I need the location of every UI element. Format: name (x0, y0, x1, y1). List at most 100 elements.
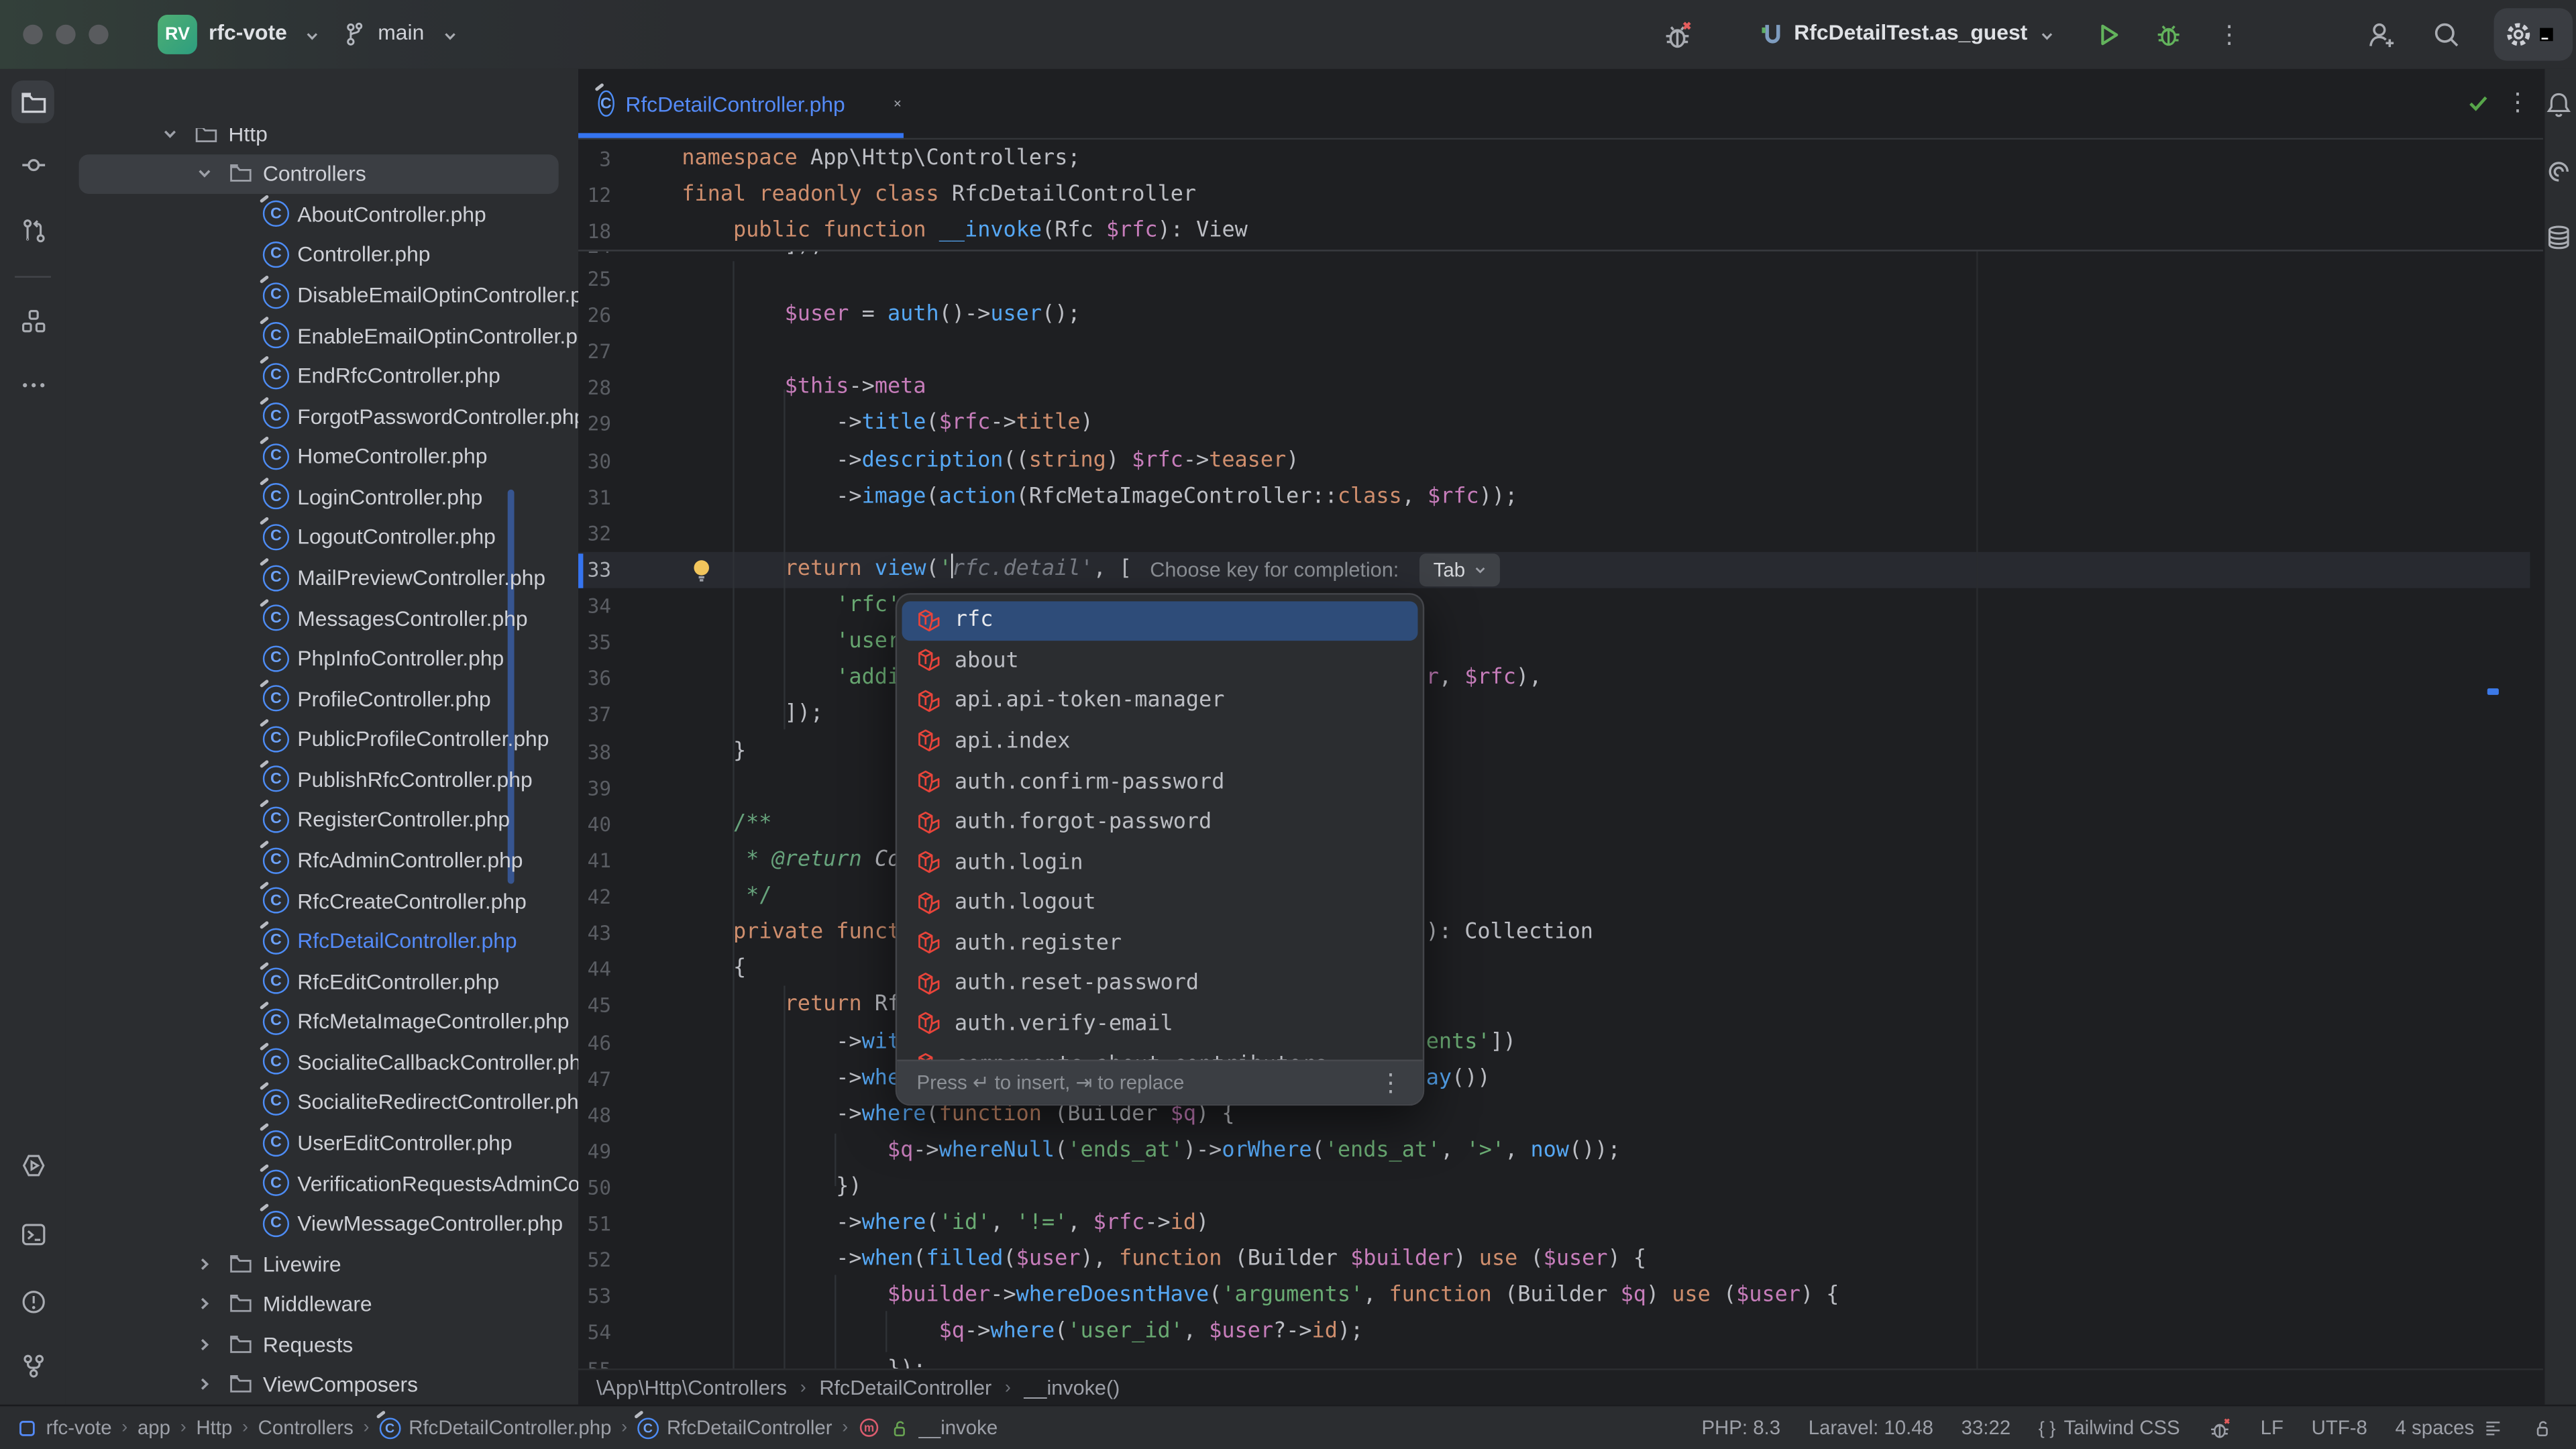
status-crumb-Http[interactable]: Http (196, 1416, 232, 1439)
tree-item-ForgotPasswordController.php[interactable]: CForgotPasswordController.php (66, 396, 578, 436)
tree-item-LogoutController.php[interactable]: CLogoutController.php (66, 517, 578, 557)
tree-item-PublicProfileController.php[interactable]: CPublicProfileController.php (66, 719, 578, 759)
tree-item-RfcAdminController.php[interactable]: CRfcAdminController.php (66, 840, 578, 880)
intention-bulb-icon[interactable] (688, 557, 714, 583)
tree-item-PublishRfcController.php[interactable]: CPublishRfcController.php (66, 759, 578, 800)
chevron-right-icon[interactable] (195, 1336, 213, 1354)
commit-tool-icon[interactable] (11, 143, 54, 186)
status-crumb-RfcDetailController[interactable]: CRfcDetailController (637, 1416, 833, 1439)
status-widget-4 spaces[interactable]: 4 spaces (2396, 1416, 2504, 1439)
tree-item-Middleware[interactable]: Middleware (66, 1284, 578, 1324)
status-widget-LF[interactable]: LF (2261, 1416, 2284, 1439)
completion-item-about[interactable]: about (902, 641, 1417, 681)
chevron-right-icon[interactable] (195, 1254, 213, 1273)
status-widget-33:22[interactable]: 33:22 (1962, 1416, 2011, 1439)
debug-button[interactable] (2147, 13, 2190, 56)
status-crumb-RfcDetailController.php[interactable]: CRfcDetailController.php (379, 1416, 611, 1439)
chevron-right-icon[interactable] (195, 1376, 213, 1394)
tree-item-Http[interactable]: Http (66, 128, 578, 154)
tree-item-MessagesController.php[interactable]: CMessagesController.php (66, 598, 578, 638)
status-crumb-__invoke[interactable]: m__invoke (858, 1416, 998, 1439)
project-switcher[interactable]: rfc-vote (209, 19, 287, 44)
status-widget-PHP: 8.3[interactable]: PHP: 8.3 (1701, 1416, 1780, 1439)
tree-item-RfcEditController.php[interactable]: CRfcEditController.php (66, 961, 578, 1002)
completion-item-api.index[interactable]: api.index (902, 722, 1417, 762)
run-tool-icon[interactable] (11, 1143, 54, 1186)
tree-item-ViewMessageController.php[interactable]: CViewMessageController.php (66, 1203, 578, 1244)
structure-tool-icon[interactable] (11, 299, 54, 342)
tree-item-ViewComposers[interactable]: ViewComposers (66, 1364, 578, 1405)
tree-item-HomeController.php[interactable]: CHomeController.php (66, 436, 578, 476)
inspections-bug-icon[interactable] (1656, 13, 1699, 56)
completion-footer-more-icon[interactable]: ⋮ (1379, 1068, 1403, 1097)
inspection-ok-check-icon[interactable] (2466, 91, 2491, 115)
window-minimize-button[interactable] (56, 25, 75, 44)
window-zoom-button[interactable] (89, 25, 108, 44)
completion-item-rfc[interactable]: rfc (902, 600, 1417, 641)
chevron-right-icon[interactable] (195, 1295, 213, 1313)
tab-rfcdetailcontroller[interactable]: C RfcDetailController.php (578, 69, 904, 138)
run-button[interactable] (2086, 13, 2129, 56)
tree-item-RfcMetaImageController.php[interactable]: CRfcMetaImageController.php (66, 1002, 578, 1042)
more-actions-button[interactable]: ⋮ (2208, 13, 2251, 56)
breadcrumb-item[interactable]: RfcDetailController (819, 1377, 991, 1399)
notifications-bell-icon[interactable] (2540, 85, 2576, 121)
tab-options-icon[interactable]: ⋮ (2506, 87, 2530, 117)
completion-key-chip[interactable]: Tab (1420, 554, 1499, 587)
completion-item-auth.forgot-password[interactable]: auth.forgot-password (902, 802, 1417, 843)
status-crumb-Controllers[interactable]: Controllers (258, 1416, 354, 1439)
tree-item-EndRfcController.php[interactable]: CEndRfcController.php (66, 356, 578, 396)
tree-item-SocialiteCallbackController.php[interactable]: CSocialiteCallbackController.php (66, 1042, 578, 1082)
code-with-me-icon[interactable] (2359, 13, 2402, 56)
completion-item-auth.verify-email[interactable]: auth.verify-email (902, 1004, 1417, 1044)
status-crumb-rfc-vote[interactable]: rfc-vote (16, 1416, 111, 1439)
completion-item-api.api-token-manager[interactable]: api.api-token-manager (902, 681, 1417, 721)
status-widget-UTF-8[interactable]: UTF-8 (2312, 1416, 2367, 1439)
status-crumb-app[interactable]: app (138, 1416, 170, 1439)
window-close-button[interactable] (23, 25, 42, 44)
pull-requests-tool-icon[interactable] (11, 209, 54, 252)
tree-item-Controllers[interactable]: Controllers (66, 154, 578, 194)
tree-item-LoginController.php[interactable]: CLoginController.php (66, 477, 578, 517)
tree-item-DisableEmailOptinController.php[interactable]: CDisableEmailOptinController.php (66, 275, 578, 315)
tree-item-RegisterController.php[interactable]: CRegisterController.php (66, 800, 578, 840)
more-tools-icon[interactable] (11, 363, 54, 406)
tree-item-VerificationRequestsAdminController.php[interactable]: CVerificationRequestsAdminController.php (66, 1163, 578, 1203)
settings-gear-icon[interactable] (2497, 13, 2540, 56)
run-configuration-selector[interactable]: RfcDetailTest.as_guest (1794, 19, 2027, 44)
tree-item-RfcDetailController.php[interactable]: CRfcDetailController.php (66, 920, 578, 961)
git-tool-icon[interactable] (11, 1344, 54, 1387)
close-icon[interactable] (893, 94, 904, 113)
tree-item-RfcCreateController.php[interactable]: CRfcCreateController.php (66, 880, 578, 920)
tree-item-EnableEmailOptinController.php[interactable]: CEnableEmailOptinController.php (66, 315, 578, 356)
completion-item-auth.logout[interactable]: auth.logout (902, 883, 1417, 923)
problems-tool-icon[interactable] (11, 1280, 54, 1323)
search-everywhere-icon[interactable] (2425, 13, 2468, 56)
tree-item-PhpInfoController.php[interactable]: CPhpInfoController.php (66, 638, 578, 678)
chevron-down-icon[interactable] (161, 128, 179, 143)
ai-assistant-icon[interactable] (2540, 153, 2576, 189)
tree-item-Controller.php[interactable]: CController.php (66, 234, 578, 274)
database-tool-icon[interactable] (2540, 219, 2576, 255)
terminal-tool-icon[interactable] (11, 1212, 54, 1255)
tree-item-Requests[interactable]: Requests (66, 1324, 578, 1364)
completion-item-auth.register[interactable]: auth.register (902, 923, 1417, 963)
tree-item-UserEditController.php[interactable]: CUserEditController.php (66, 1122, 578, 1163)
tree-item-Livewire[interactable]: Livewire (66, 1244, 578, 1284)
status-widget-Laravel: 10.48[interactable]: Laravel: 10.48 (1809, 1416, 1933, 1439)
branch-switcher[interactable]: main (378, 19, 424, 44)
tree-item-ProfileController.php[interactable]: CProfileController.php (66, 678, 578, 718)
tree-item-AboutController.php[interactable]: CAboutController.php (66, 194, 578, 234)
completion-item-auth.login[interactable]: auth.login (902, 843, 1417, 883)
status-widget-unlockgray[interactable] (2532, 1417, 2553, 1438)
tree-item-MailPreviewController.php[interactable]: CMailPreviewController.php (66, 557, 578, 598)
tree-item-SocialiteRedirectController.php[interactable]: CSocialiteRedirectController.php (66, 1082, 578, 1122)
completion-item-auth.confirm-password[interactable]: auth.confirm-password (902, 762, 1417, 802)
completion-item-auth.reset-password[interactable]: auth.reset-password (902, 964, 1417, 1004)
project-tool-icon[interactable] (11, 80, 54, 123)
breadcrumb-item[interactable]: __invoke() (1024, 1377, 1120, 1399)
status-widget-bugx[interactable] (2208, 1415, 2233, 1440)
breadcrumb-item[interactable]: \App\Http\Controllers (596, 1377, 787, 1399)
status-widget-Tailwind CSS[interactable]: { }Tailwind CSS (2039, 1416, 2180, 1439)
chevron-down-icon[interactable] (195, 165, 213, 183)
